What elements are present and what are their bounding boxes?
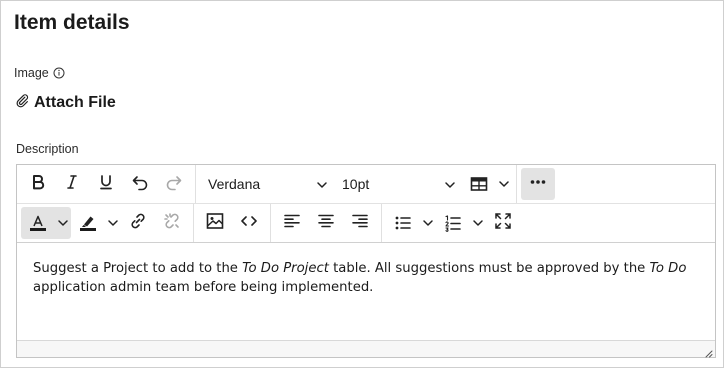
content-text: table. All suggestions must be approved … <box>328 261 650 276</box>
attach-file-button[interactable]: Attach File <box>15 93 116 113</box>
font-family-select[interactable]: Verdana <box>200 168 334 200</box>
highlight-color-icon <box>71 207 105 239</box>
item-details-panel: Item details Image Attach File Descripti… <box>0 0 724 368</box>
more-group <box>516 165 559 203</box>
numbered-list-button[interactable] <box>436 207 486 239</box>
color-link-group <box>17 204 193 242</box>
resize-handle-icon[interactable] <box>703 345 713 358</box>
underline-button[interactable] <box>89 168 123 200</box>
font-family-value: Verdana <box>208 176 261 192</box>
more-horizontal-icon <box>528 172 548 197</box>
align-left-icon <box>282 211 302 236</box>
source-code-icon <box>239 211 259 236</box>
format-group <box>17 165 195 203</box>
image-icon <box>205 211 225 236</box>
paperclip-icon <box>15 93 30 113</box>
unlink-button[interactable] <box>155 207 189 239</box>
more-button[interactable] <box>521 168 555 200</box>
content-italic-todo: To Do <box>649 261 687 276</box>
chevron-down-icon <box>444 178 456 190</box>
source-code-button[interactable] <box>232 207 266 239</box>
fullscreen-icon <box>493 211 513 236</box>
content-text: Suggest a Project to add to the <box>33 261 243 276</box>
insert-image-button[interactable] <box>198 207 232 239</box>
toolbar-row-2 <box>17 204 715 243</box>
bold-button[interactable] <box>21 168 55 200</box>
table-icon <box>462 168 496 200</box>
align-center-icon <box>316 211 336 236</box>
font-size-select[interactable]: 10pt <box>334 168 462 200</box>
content-text: application admin team before being impl… <box>33 280 374 295</box>
highlight-color-button[interactable] <box>71 207 121 239</box>
bullet-list-icon <box>386 207 420 239</box>
info-circle-icon[interactable] <box>53 67 65 79</box>
text-color-icon <box>21 207 55 239</box>
numbered-list-icon <box>436 207 470 239</box>
underline-icon <box>96 172 116 197</box>
image-label-text: Image <box>14 66 49 80</box>
chevron-down-icon <box>316 178 328 190</box>
bold-icon <box>28 172 48 197</box>
chevron-down-icon <box>470 207 486 239</box>
rich-text-editor: Verdana 10pt Suggest a Project to add to… <box>16 164 716 358</box>
fullscreen-button[interactable] <box>486 207 520 239</box>
align-right-button[interactable] <box>343 207 377 239</box>
link-button[interactable] <box>121 207 155 239</box>
chevron-down-icon <box>496 168 512 200</box>
font-size-value: 10pt <box>342 176 370 192</box>
undo-button[interactable] <box>123 168 157 200</box>
bullet-list-button[interactable] <box>386 207 436 239</box>
text-color-button[interactable] <box>21 207 71 239</box>
italic-button[interactable] <box>55 168 89 200</box>
align-right-icon <box>350 211 370 236</box>
page-title: Item details <box>14 11 130 34</box>
description-label: Description <box>16 142 79 156</box>
table-button[interactable] <box>462 168 512 200</box>
redo-icon <box>164 172 184 197</box>
unlink-icon <box>162 211 182 236</box>
list-group <box>381 204 524 242</box>
align-center-button[interactable] <box>309 207 343 239</box>
italic-icon <box>62 172 82 197</box>
insert-group <box>193 204 270 242</box>
align-group <box>270 204 381 242</box>
toolbar-row-1: Verdana 10pt <box>17 165 715 204</box>
editor-content[interactable]: Suggest a Project to add to the To Do Pr… <box>33 259 699 297</box>
image-field-label: Image <box>14 66 65 80</box>
align-left-button[interactable] <box>275 207 309 239</box>
redo-button[interactable] <box>157 168 191 200</box>
attach-file-label: Attach File <box>34 94 116 111</box>
chevron-down-icon <box>105 207 121 239</box>
chevron-down-icon <box>420 207 436 239</box>
undo-icon <box>130 172 150 197</box>
content-italic-project: To Do Project <box>242 261 329 276</box>
link-icon <box>128 211 148 236</box>
editor-statusbar <box>17 340 715 358</box>
font-group: Verdana 10pt <box>195 165 516 203</box>
chevron-down-icon <box>55 207 71 239</box>
